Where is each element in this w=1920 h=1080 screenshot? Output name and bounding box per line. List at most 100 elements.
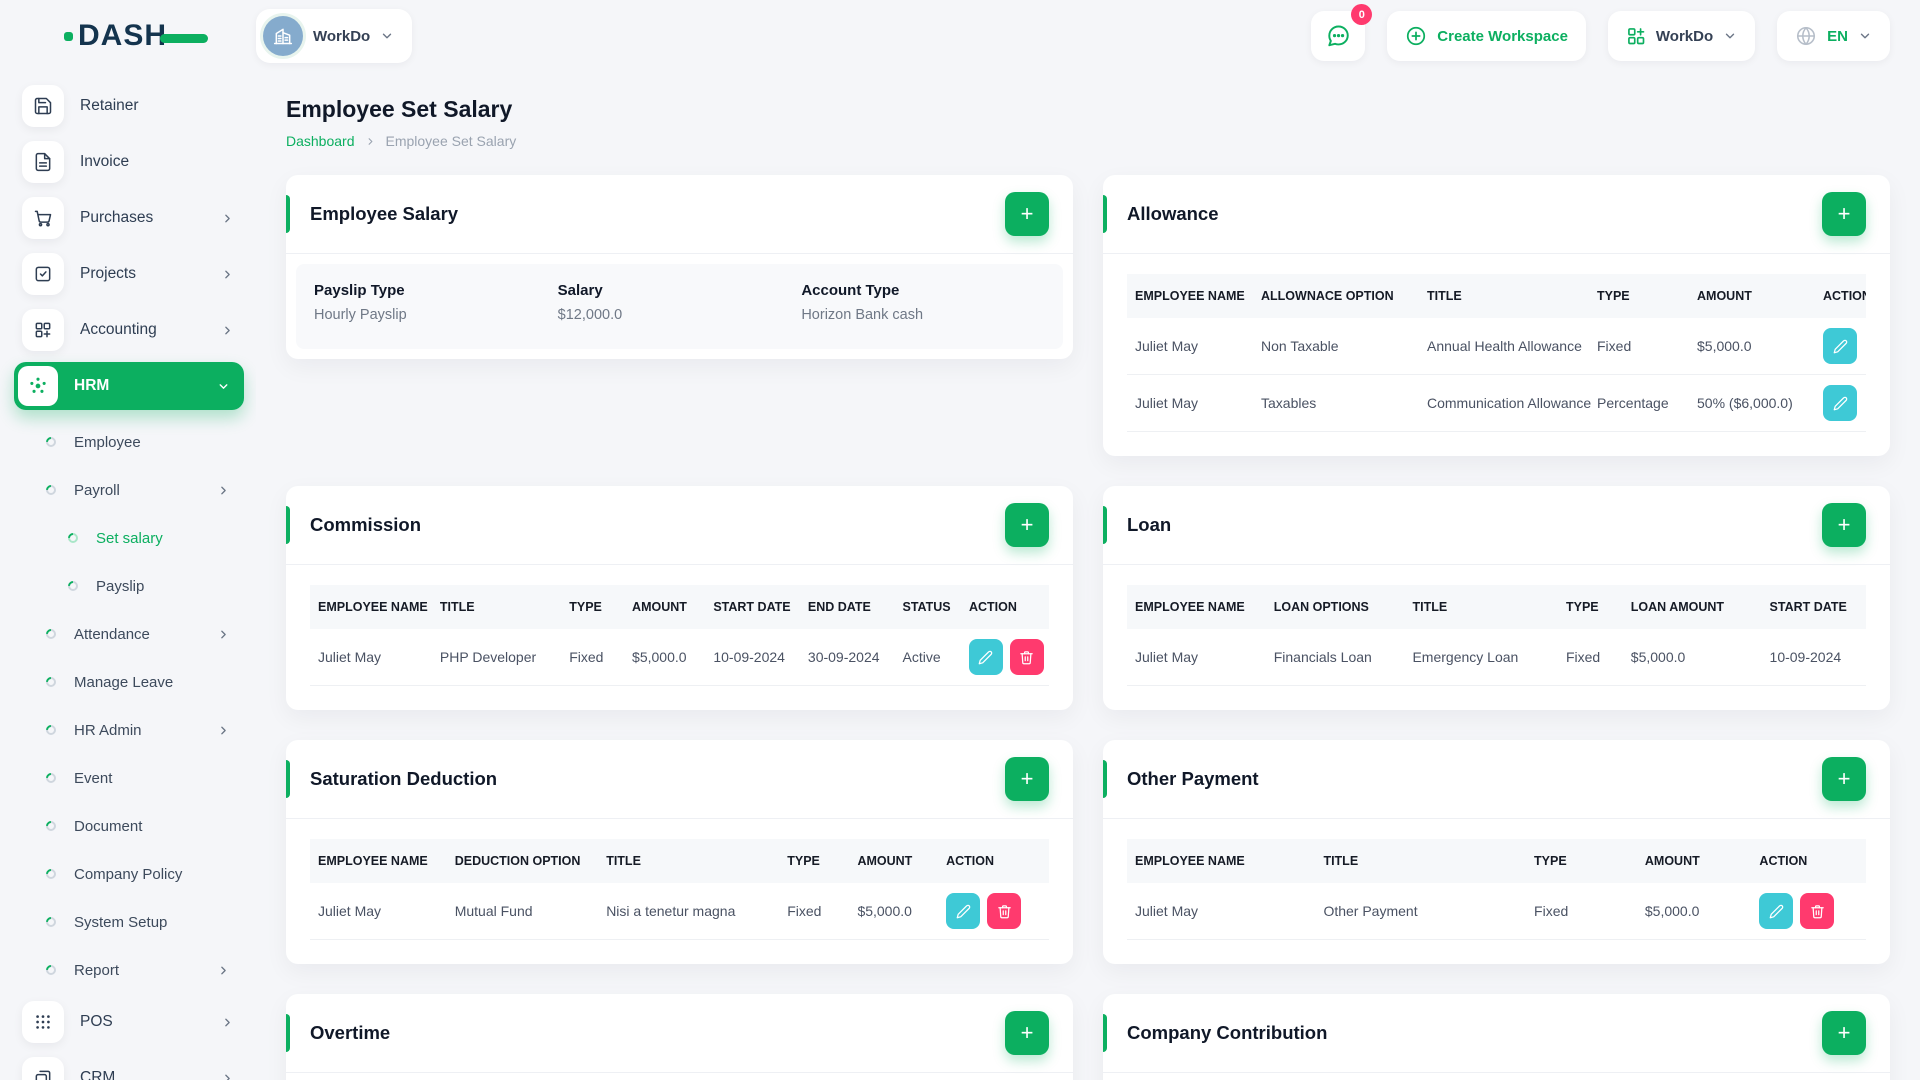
sidebar-item-retainer[interactable]: Retainer <box>14 78 244 134</box>
column-header: END DATE <box>799 585 895 629</box>
table-header-row: EMPLOYEE NAME TITLE TYPE AMOUNT START DA… <box>310 585 1049 629</box>
submenu-item-label: Manage Leave <box>74 673 174 691</box>
add-saturation-deduction-button[interactable]: + <box>1005 757 1049 801</box>
icon-box <box>18 366 58 406</box>
apps-menu-button[interactable]: WorkDo <box>1607 11 1756 61</box>
table-row: Juliet May Non Taxable Annual Health All… <box>1127 318 1866 375</box>
employee-salary-body: Payslip Type Hourly Payslip Salary $12,0… <box>286 254 1073 359</box>
loan-table-wrap: EMPLOYEE NAME LOAN OPTIONS TITLE TYPE LO… <box>1127 585 1866 686</box>
edit-button[interactable] <box>1823 328 1857 364</box>
language-selector[interactable]: EN <box>1777 11 1890 61</box>
cell: 10-09-2024 <box>1761 629 1866 686</box>
add-loan-button[interactable]: + <box>1822 503 1866 547</box>
submenu-item-label: Company Policy <box>74 865 183 883</box>
sidebar-item-hrm[interactable]: HRM <box>14 362 244 410</box>
cell: Fixed <box>1526 883 1637 940</box>
submenu-item-manage-leave[interactable]: Manage Leave <box>14 658 244 706</box>
sidebar-item-label: POS <box>80 1013 113 1030</box>
workspace-selector[interactable]: WorkDo <box>256 9 413 63</box>
card-header: Other Payment + <box>1103 740 1890 819</box>
sidebar-item-pos[interactable]: POS <box>14 994 244 1050</box>
submenu-item-employee[interactable]: Employee <box>14 418 244 466</box>
cell: $5,000.0 <box>1622 629 1762 686</box>
delete-button[interactable] <box>1009 639 1044 675</box>
table-row: Juliet May Taxables Communication Allowa… <box>1127 374 1866 432</box>
edit-button[interactable] <box>946 893 981 929</box>
chevron-down-icon <box>383 33 392 39</box>
cell: Juliet May <box>310 629 432 686</box>
card-header: Company Contribution + <box>1103 994 1890 1073</box>
column-header: AMOUNT <box>1689 274 1815 318</box>
globe-icon <box>1797 26 1816 46</box>
add-commission-button[interactable]: + <box>1005 503 1049 547</box>
submenu-item-payroll[interactable]: Payroll <box>14 466 244 514</box>
sidebar-item-invoice[interactable]: Invoice <box>14 134 244 190</box>
edit-button[interactable] <box>1759 893 1794 929</box>
chevron-right-icon <box>221 966 226 974</box>
create-workspace-button[interactable]: Create Workspace <box>1387 11 1586 61</box>
add-other-payment-button[interactable]: + <box>1822 757 1866 801</box>
sidebar-item-label: Accounting <box>80 321 157 338</box>
sidebar-item-accounting[interactable]: Accounting <box>14 302 244 358</box>
edit-button[interactable] <box>1823 385 1857 421</box>
employee-salary-card: Employee Salary + Payslip Type Hourly Pa… <box>286 175 1073 359</box>
cell: Mutual Fund <box>446 883 599 940</box>
edit-button[interactable] <box>968 639 1003 675</box>
commission-card: Commission + EMPLOYEE NAME TITLE TYPE AM… <box>286 486 1073 710</box>
cell: Juliet May <box>1127 374 1253 432</box>
add-company-contribution-button[interactable]: + <box>1822 1011 1866 1055</box>
brand-logo[interactable]: DASH <box>0 21 256 51</box>
overtime-body <box>286 1073 1073 1080</box>
submenu-item-payslip[interactable]: Payslip <box>14 562 244 610</box>
hrm-submenu: Employee Payroll Set salary Payslip Atte… <box>14 418 244 994</box>
submenu-item-report[interactable]: Report <box>14 946 244 994</box>
sidebar-item-label: CRM <box>80 1069 116 1080</box>
other-payment-table: EMPLOYEE NAME TITLE TYPE AMOUNT ACTION J… <box>1127 839 1866 940</box>
plus-icon: + <box>1020 201 1034 226</box>
table-header-row: EMPLOYEE NAME DEDUCTION OPTION TITLE TYP… <box>310 839 1049 883</box>
bullet-icon <box>43 482 59 498</box>
sidebar-item-crm[interactable]: CRM <box>14 1050 244 1080</box>
trash-icon <box>1020 650 1034 664</box>
plus-icon: + <box>1837 766 1851 791</box>
submenu-item-set-salary[interactable]: Set salary <box>14 514 244 562</box>
plus-circle-icon <box>1407 26 1426 46</box>
column-header: LOAN AMOUNT <box>1622 585 1762 629</box>
column-header: TYPE <box>1557 585 1623 629</box>
breadcrumb: Dashboard Employee Set Salary <box>286 133 1890 149</box>
sidebar-item-projects[interactable]: Projects <box>14 246 244 302</box>
field-salary: Salary $12,000.0 <box>558 282 802 323</box>
submenu-item-hr-admin[interactable]: HR Admin <box>14 706 244 754</box>
submenu-item-document[interactable]: Document <box>14 802 244 850</box>
sidebar-item-purchases[interactable]: Purchases <box>14 190 244 246</box>
column-header: TITLE <box>431 585 562 629</box>
logo-dash-icon <box>160 33 209 43</box>
add-allowance-button[interactable]: + <box>1822 192 1866 236</box>
column-header: TITLE <box>1315 839 1527 883</box>
breadcrumb-chevron-icon <box>368 137 372 145</box>
bullet-icon <box>43 674 59 690</box>
column-header: AMOUNT <box>624 585 706 629</box>
cell: Juliet May <box>1127 318 1253 375</box>
apps-menu-label: WorkDo <box>1655 27 1714 45</box>
column-header: ALLOWNACE OPTION <box>1253 274 1419 318</box>
add-overtime-button[interactable]: + <box>1005 1011 1049 1055</box>
submenu-item-label: Set salary <box>96 529 163 547</box>
submenu-item-attendance[interactable]: Attendance <box>14 610 244 658</box>
table-row: Juliet May Mutual Fund Nisi a tenetur ma… <box>310 883 1049 940</box>
column-header: START DATE <box>1761 585 1866 629</box>
submenu-item-company-policy[interactable]: Company Policy <box>14 850 244 898</box>
breadcrumb-dashboard-link[interactable]: Dashboard <box>286 133 355 149</box>
cell: PHP Developer <box>431 629 562 686</box>
app-root: DASH WorkDo 0 Create Workspace WorkDo EN… <box>0 0 1920 1080</box>
submenu-item-event[interactable]: Event <box>14 754 244 802</box>
add-employee-salary-button[interactable]: + <box>1005 192 1049 236</box>
submenu-item-label: HR Admin <box>74 721 142 739</box>
delete-button[interactable] <box>1800 893 1835 929</box>
submenu-item-system-setup[interactable]: System Setup <box>14 898 244 946</box>
cell: Juliet May <box>1127 883 1316 940</box>
delete-button[interactable] <box>987 893 1022 929</box>
messages-button[interactable]: 0 <box>1311 4 1373 61</box>
column-header: TYPE <box>561 585 625 629</box>
column-header: AMOUNT <box>1636 839 1752 883</box>
